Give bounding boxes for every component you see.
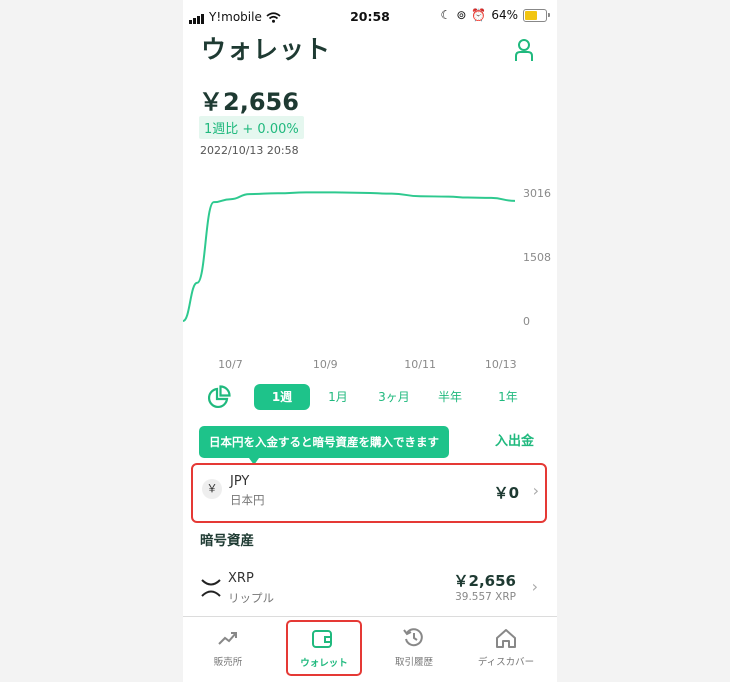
deposit-withdraw-button[interactable]: 入出金: [495, 430, 534, 449]
weekly-change-badge: 1週比 + 0.00%: [199, 116, 304, 139]
period-1w[interactable]: 1週: [254, 384, 310, 410]
xrp-asset-row[interactable]: XRP リップル ￥2,656 39.557 XRP ›: [183, 560, 557, 610]
tab-history[interactable]: 取引履歴: [369, 617, 459, 682]
xrp-value: ￥2,656: [453, 572, 516, 590]
total-balance: ￥2,656: [199, 88, 299, 116]
period-6m[interactable]: 半年: [429, 384, 471, 410]
x-tick-label: 10/11: [404, 358, 436, 371]
xrp-logo-icon: [201, 579, 221, 597]
x-tick-label: 10/7: [218, 358, 243, 371]
jpy-name: 日本円: [230, 493, 265, 507]
balance-line: [183, 191, 516, 322]
x-tick-label: 10/13: [485, 358, 517, 371]
alarm-icon: ⏰: [471, 8, 487, 22]
chevron-right-icon: ›: [531, 577, 538, 596]
status-right: ☾ ⊚ ⏰ 64%: [440, 8, 550, 22]
page-title: ウォレット: [201, 35, 332, 64]
bottom-tab-bar: 販売所 ウォレット 取引履歴 ディスカバー: [183, 616, 557, 682]
wallet-icon: [312, 630, 332, 648]
phone-screen: Y!mobile 20:58 ☾ ⊚ ⏰ 64% ウォレット ￥2,656 1週…: [183, 0, 557, 682]
tab-wallet[interactable]: ウォレット: [286, 620, 362, 676]
pie-chart-icon[interactable]: [207, 385, 231, 409]
xrp-name: リップル: [228, 591, 274, 605]
jpy-value: ￥0: [493, 484, 519, 502]
tab-label: ディスカバー: [477, 657, 535, 668]
user-icon[interactable]: [513, 38, 535, 62]
tab-label: 販売所: [213, 657, 243, 668]
xrp-code: XRP: [228, 571, 254, 586]
rotation-lock-icon: ⊚: [456, 8, 467, 22]
history-icon: [403, 628, 423, 647]
period-3m[interactable]: 3ヶ月: [371, 384, 417, 410]
tab-label: 取引履歴: [394, 657, 433, 668]
home-icon: [496, 629, 516, 648]
x-tick-label: 10/9: [313, 358, 338, 371]
trend-up-icon: [218, 632, 237, 645]
battery-icon: [523, 8, 550, 22]
balance-chart: 3016 1508 0 10/7 10/9 10/11 10/13: [183, 187, 551, 371]
moon-icon: ☾: [440, 8, 452, 22]
jpy-balance-row[interactable]: ￥ JPY 日本円 ￥0 ›: [191, 463, 547, 523]
balance-timestamp: 2022/10/13 20:58: [200, 144, 299, 157]
yen-icon: ￥: [202, 479, 222, 499]
period-selector: 1週 1月 3ヶ月 半年 1年: [183, 382, 557, 412]
y-tick-label: 1508: [523, 251, 551, 264]
battery-percent: 64%: [491, 8, 518, 22]
y-tick-label: 3016: [523, 187, 551, 200]
battery-level: [525, 10, 537, 20]
period-1m[interactable]: 1月: [318, 384, 358, 410]
crypto-section-title: 暗号資産: [200, 533, 254, 549]
y-tick-label: 0: [523, 315, 530, 328]
chevron-right-icon: ›: [532, 481, 539, 500]
period-1y[interactable]: 1年: [488, 384, 528, 410]
status-bar: Y!mobile 20:58 ☾ ⊚ ⏰ 64%: [183, 0, 557, 34]
jpy-code: JPY: [230, 474, 250, 489]
tab-discover[interactable]: ディスカバー: [461, 617, 551, 682]
deposit-tooltip: 日本円を入金すると暗号資産を購入できます: [199, 426, 449, 465]
tab-exchange[interactable]: 販売所: [183, 617, 273, 682]
tab-label: ウォレット: [300, 658, 348, 669]
xrp-amount: 39.557 XRP: [455, 591, 516, 603]
